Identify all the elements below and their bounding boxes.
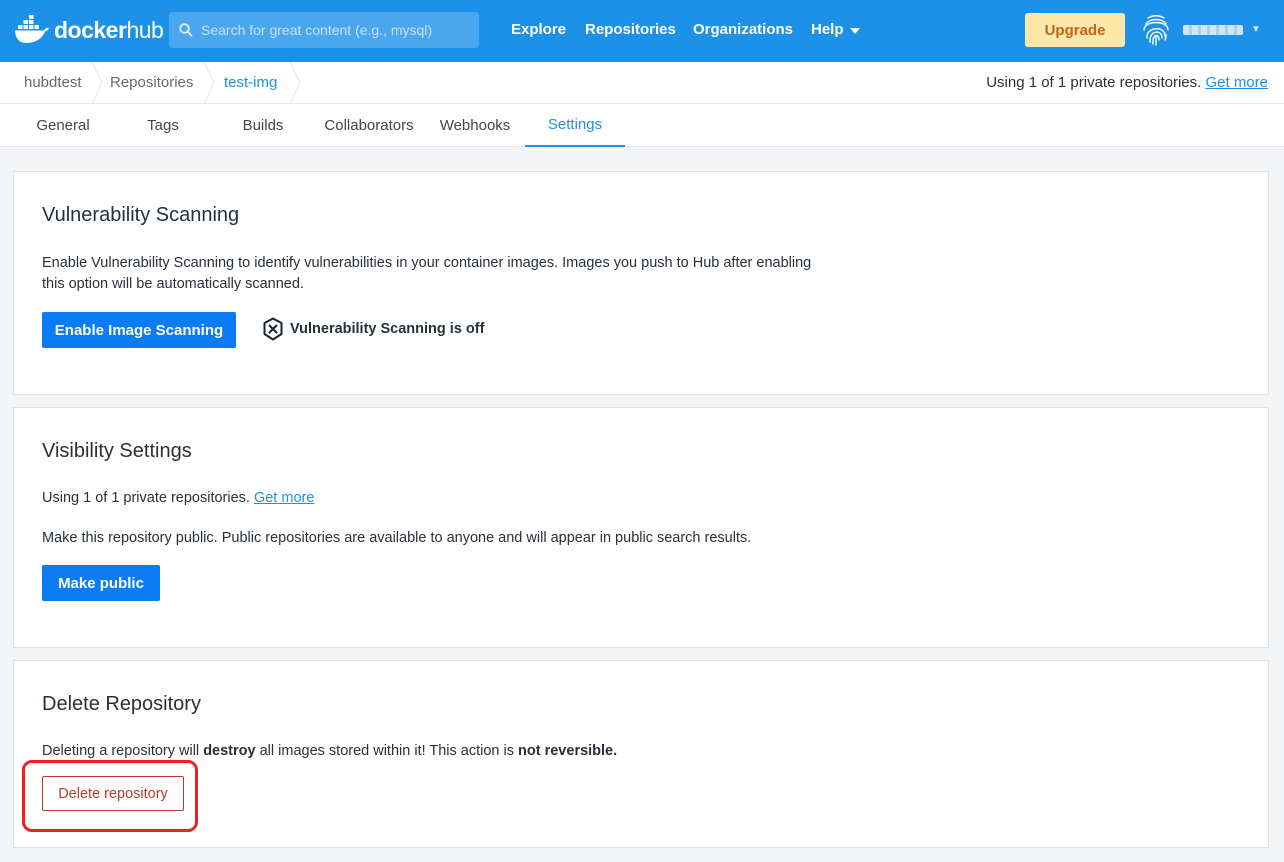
logo-text: dockerhub — [54, 16, 164, 43]
delete-warning: Deleting a repository will destroy all i… — [42, 743, 618, 759]
annotation-highlight-box — [22, 760, 198, 832]
tab-builds[interactable]: Builds — [220, 104, 306, 147]
top-navbar: dockerhub Explore Repositories Organizat… — [0, 0, 1284, 62]
vulnerability-scanning-card: Vulnerability Scanning Enable Vulnerabil… — [13, 171, 1269, 395]
docker-whale-icon — [15, 15, 49, 43]
get-more-link[interactable]: Get more — [254, 490, 314, 506]
breadcrumb-repositories[interactable]: Repositories — [110, 74, 193, 91]
breadcrumb-separator-icon — [289, 62, 301, 104]
fingerprint-avatar-icon[interactable] — [1140, 14, 1172, 46]
enable-image-scanning-button[interactable]: Enable Image Scanning — [42, 312, 236, 348]
vulnerability-title: Vulnerability Scanning — [42, 204, 240, 226]
search-input[interactable] — [201, 22, 471, 38]
username-redacted[interactable] — [1183, 25, 1243, 35]
breadcrumb: hubdtest Repositories test-img Using 1 o… — [0, 62, 1284, 104]
tab-tags[interactable]: Tags — [120, 104, 206, 147]
delete-title: Delete Repository — [42, 693, 201, 715]
get-more-link[interactable]: Get more — [1205, 74, 1268, 91]
private-repo-usage: Using 1 of 1 private repositories. Get m… — [986, 74, 1268, 91]
search-icon — [179, 23, 193, 37]
tab-settings[interactable]: Settings — [525, 104, 625, 147]
breadcrumb-separator-icon — [203, 62, 215, 104]
delete-repository-card: Delete Repository Deleting a repository … — [13, 660, 1269, 848]
breadcrumb-namespace[interactable]: hubdtest — [24, 74, 82, 91]
docker-hub-logo[interactable]: dockerhub — [14, 14, 164, 46]
shield-x-icon — [263, 317, 283, 341]
scan-status: Vulnerability Scanning is off — [262, 317, 484, 341]
tab-general[interactable]: General — [20, 104, 106, 147]
tab-webhooks[interactable]: Webhooks — [430, 104, 520, 147]
visibility-usage: Using 1 of 1 private repositories. Get m… — [42, 490, 315, 506]
nav-help[interactable]: Help — [811, 21, 844, 38]
upgrade-button[interactable]: Upgrade — [1025, 13, 1125, 47]
search-bar[interactable] — [169, 12, 479, 48]
nav-organizations[interactable]: Organizations — [693, 21, 793, 38]
vulnerability-description: Enable Vulnerability Scanning to identif… — [42, 255, 812, 292]
breadcrumb-repo-name[interactable]: test-img — [224, 74, 277, 91]
help-caret-icon[interactable] — [850, 28, 860, 34]
nav-repositories[interactable]: Repositories — [585, 21, 676, 38]
breadcrumb-separator-icon — [91, 62, 103, 104]
visibility-title: Visibility Settings — [42, 440, 192, 462]
make-public-button[interactable]: Make public — [42, 565, 160, 601]
user-menu-caret-icon[interactable]: ▼ — [1251, 24, 1261, 35]
tab-collaborators[interactable]: Collaborators — [318, 104, 420, 147]
repo-tabs: General Tags Builds Collaborators Webhoo… — [0, 104, 1284, 147]
visibility-description: Make this repository public. Public repo… — [42, 530, 752, 546]
nav-explore[interactable]: Explore — [511, 21, 566, 38]
visibility-settings-card: Visibility Settings Using 1 of 1 private… — [13, 407, 1269, 648]
